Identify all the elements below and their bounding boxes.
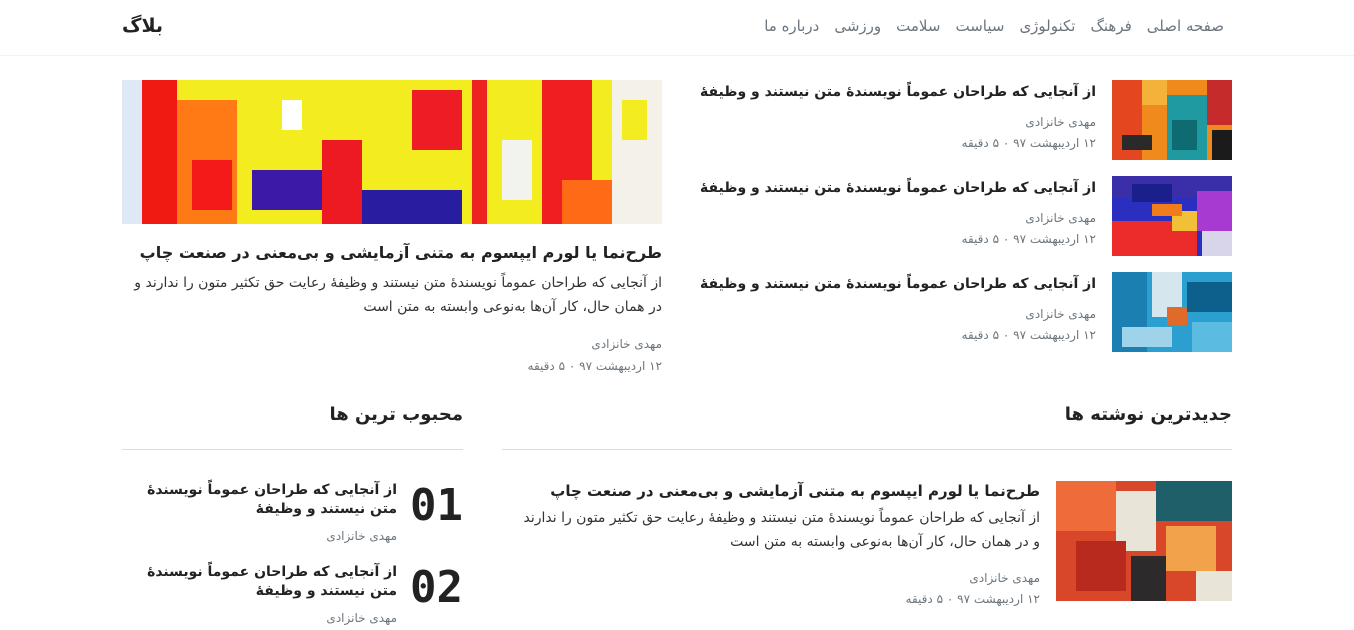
post-thumbnail[interactable] <box>1056 481 1232 601</box>
featured-image[interactable] <box>122 80 662 224</box>
popular-author[interactable]: مهدی خانزادی <box>326 529 397 543</box>
popular-author[interactable]: مهدی خانزادی <box>326 611 397 625</box>
nav-item-sports[interactable]: ورزشی <box>834 17 881 35</box>
latest-post-title[interactable]: طرح‌نما یا لورم ایپسوم به متنی آزمایشی و… <box>500 482 1040 500</box>
post-author[interactable]: مهدی خانزادی <box>1025 307 1096 321</box>
post-author[interactable]: مهدی خانزادی <box>1025 115 1096 129</box>
main-nav: صفحه اصلی فرهنگ تکنولوژی سیاست سلامت ورز… <box>764 17 1224 35</box>
popular-rank: 02 <box>410 562 463 613</box>
featured-post-author[interactable]: مهدی خانزادی <box>122 337 662 351</box>
nav-item-health[interactable]: سلامت <box>896 17 940 35</box>
nav-item-about[interactable]: درباره ما <box>764 17 819 35</box>
post-title[interactable]: از آنجایی که طراحان عموماً نویسندهٔ متن … <box>700 84 1096 100</box>
site-brand[interactable]: بلاگ <box>122 15 163 37</box>
post-thumbnail[interactable] <box>1112 272 1232 352</box>
latest-post-excerpt: از آنجایی که طراحان عموماً نویسندهٔ متن … <box>523 510 1040 550</box>
latest-post-meta: ۱۲ اردیبهشت ۹۷ ۰ ۵ دقیقه <box>905 592 1040 606</box>
nav-item-culture[interactable]: فرهنگ <box>1090 17 1131 35</box>
site-header: صفحه اصلی فرهنگ تکنولوژی سیاست سلامت ورز… <box>0 0 1354 56</box>
latest-post-author[interactable]: مهدی خانزادی <box>969 571 1040 585</box>
popular-title[interactable]: از آنجایی که طراحان عموماً نویسندهٔ متن … <box>147 563 397 601</box>
nav-item-politics[interactable]: سیاست <box>955 17 1004 35</box>
nav-item-home[interactable]: صفحه اصلی <box>1147 17 1224 35</box>
post-thumbnail[interactable] <box>1112 80 1232 160</box>
popular-rank: 01 <box>410 480 463 531</box>
popular-item[interactable]: 01 از آنجایی که طراحان عموماً نویسندهٔ م… <box>122 481 463 551</box>
featured-post-excerpt: از آنجایی که طراحان عموماً نویسندهٔ متن … <box>134 275 662 315</box>
popular-title[interactable]: از آنجایی که طراحان عموماً نویسندهٔ متن … <box>147 481 397 519</box>
side-post[interactable]: از آنجایی که طراحان عموماً نویسندهٔ متن … <box>700 176 1232 256</box>
side-post[interactable]: از آنجایی که طراحان عموماً نویسندهٔ متن … <box>700 80 1232 160</box>
featured-post-title[interactable]: طرح‌نما یا لورم ایپسوم به متنی آزمایشی و… <box>122 243 662 262</box>
post-meta: ۱۲ اردیبهشت ۹۷ ۰ ۵ دقیقه <box>961 328 1096 342</box>
post-meta: ۱۲ اردیبهشت ۹۷ ۰ ۵ دقیقه <box>961 136 1096 150</box>
post-author[interactable]: مهدی خانزادی <box>1025 211 1096 225</box>
latest-posts-heading: جدیدترین نوشته ها <box>1064 404 1232 425</box>
nav-item-technology[interactable]: تکنولوژی <box>1019 17 1075 35</box>
section-divider <box>502 449 1232 450</box>
post-title[interactable]: از آنجایی که طراحان عموماً نویسندهٔ متن … <box>700 276 1096 292</box>
side-post[interactable]: از آنجایی که طراحان عموماً نویسندهٔ متن … <box>700 272 1232 352</box>
section-divider <box>122 449 463 450</box>
popular-item[interactable]: 02 از آنجایی که طراحان عموماً نویسندهٔ م… <box>122 563 463 630</box>
featured-post-meta: ۱۲ اردیبهشت ۹۷ ۰ ۵ دقیقه <box>527 359 662 373</box>
post-title[interactable]: از آنجایی که طراحان عموماً نویسندهٔ متن … <box>700 180 1096 196</box>
post-thumbnail[interactable] <box>1112 176 1232 256</box>
post-meta: ۱۲ اردیبهشت ۹۷ ۰ ۵ دقیقه <box>961 232 1096 246</box>
popular-posts-heading: محبوب ترین ها <box>329 404 463 425</box>
